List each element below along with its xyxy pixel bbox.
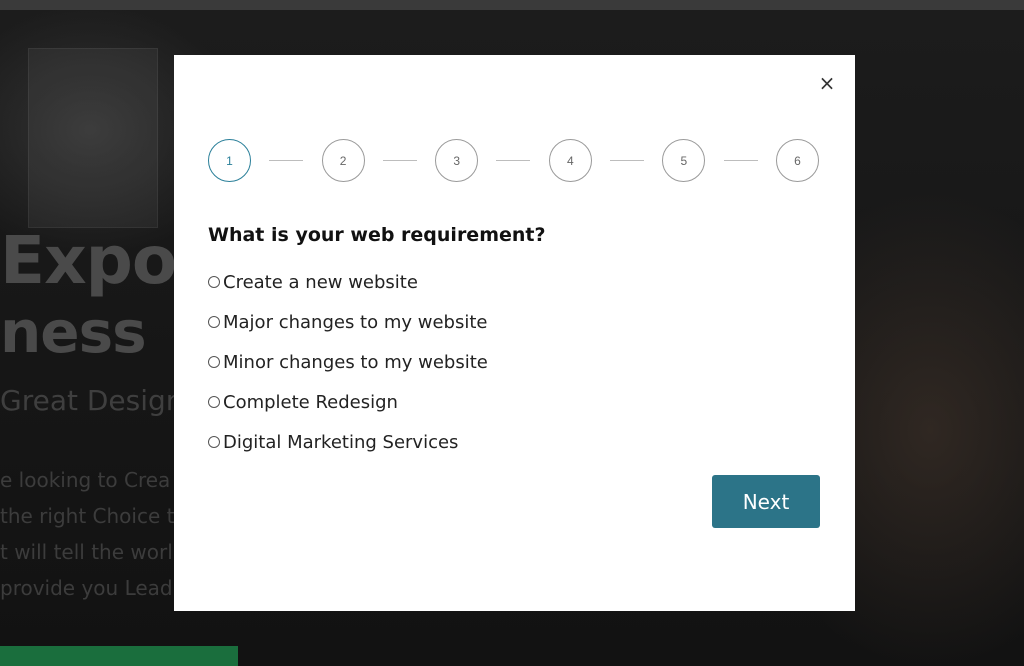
step-1[interactable]: 1 (208, 139, 251, 182)
option-label: Complete Redesign (223, 392, 398, 413)
background-text-line: t will tell the worl (0, 540, 173, 564)
step-5[interactable]: 5 (662, 139, 706, 182)
option-label: Create a new website (223, 272, 418, 293)
step-4[interactable]: 4 (548, 139, 592, 182)
option-label: Major changes to my website (223, 312, 488, 333)
radio-icon[interactable] (208, 276, 220, 288)
step-progress: 1 2 3 4 5 6 (208, 139, 819, 182)
option-minor-changes[interactable]: Minor changes to my website (208, 352, 628, 392)
next-button[interactable]: Next (712, 475, 820, 528)
step-connector (269, 160, 304, 161)
background-hero-heading-2: ness (0, 298, 147, 366)
option-label: Digital Marketing Services (223, 432, 459, 453)
background-image (28, 48, 158, 228)
step-3[interactable]: 3 (435, 139, 479, 182)
step-connector (496, 160, 531, 161)
browser-top-strip (0, 0, 1024, 10)
option-complete-redesign[interactable]: Complete Redesign (208, 392, 628, 432)
radio-icon[interactable] (208, 436, 220, 448)
background-text-line: the right Choice t (0, 504, 175, 528)
radio-icon[interactable] (208, 396, 220, 408)
step-connector (610, 160, 645, 161)
radio-icon[interactable] (208, 316, 220, 328)
option-major-changes[interactable]: Major changes to my website (208, 312, 628, 352)
background-cta-button (0, 646, 238, 666)
requirement-options: Create a new website Major changes to my… (208, 272, 628, 472)
option-label: Minor changes to my website (223, 352, 488, 373)
background-text-line: e looking to Crea (0, 468, 171, 492)
background-subtitle: Great Design (0, 384, 184, 417)
option-create-new-website[interactable]: Create a new website (208, 272, 628, 312)
close-icon[interactable]: × (816, 72, 838, 94)
option-digital-marketing[interactable]: Digital Marketing Services (208, 432, 628, 472)
step-connector (382, 160, 417, 161)
background-text-line: provide you Lead (0, 576, 173, 600)
step-6[interactable]: 6 (775, 139, 819, 182)
step-2[interactable]: 2 (321, 139, 365, 182)
step-connector (723, 160, 758, 161)
question-heading: What is your web requirement? (208, 224, 546, 246)
radio-icon[interactable] (208, 356, 220, 368)
